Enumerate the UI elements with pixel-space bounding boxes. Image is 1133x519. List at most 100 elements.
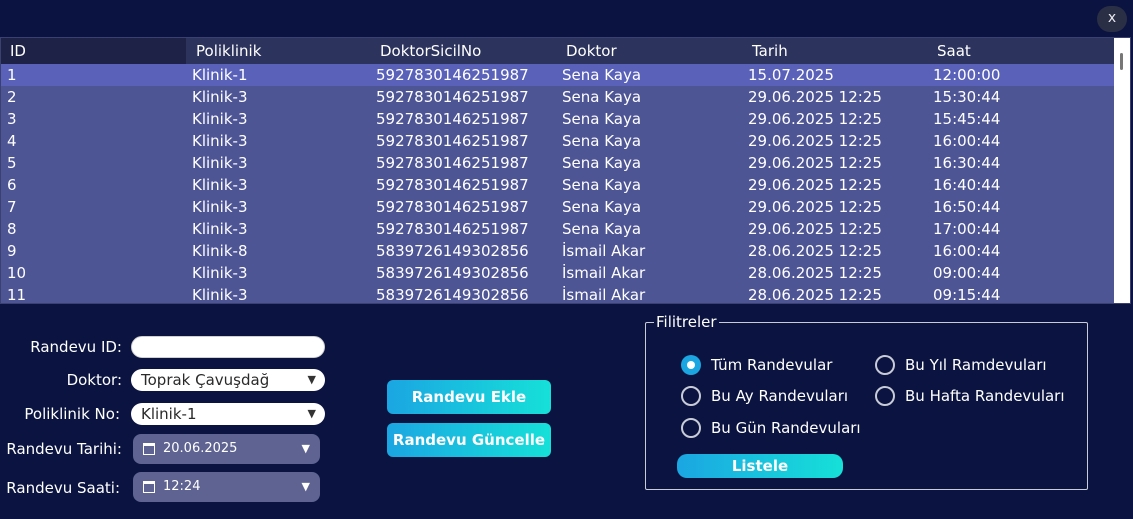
randevu-guncelle-button[interactable]: Randevu Güncelle <box>387 423 551 457</box>
poliklinik-select[interactable]: Klinik-1 ▼ <box>131 403 325 425</box>
cell-doktor: Sena Kaya <box>562 132 642 150</box>
column-header-tarih[interactable]: Tarih <box>743 38 788 64</box>
cell-doktor: İsmail Akar <box>562 264 646 282</box>
radio-tum-randevular[interactable]: Tüm Randevular <box>681 355 832 375</box>
cell-doktor: Sena Kaya <box>562 66 642 84</box>
cell-tarih: 29.06.2025 12:25 <box>748 198 882 216</box>
cell-id: 8 <box>7 220 17 238</box>
grid-body: 1 Klinik-1 5927830146251987 Sena Kaya 15.07.… <box>1 64 1114 304</box>
randevu-saati-label: Randevu Saati: <box>6 479 120 497</box>
cell-poliklinik: Klinik-3 <box>192 88 248 106</box>
radio-indicator <box>681 418 701 438</box>
cell-saat: 15:30:44 <box>933 88 1001 106</box>
cell-doktor: Sena Kaya <box>562 198 642 216</box>
cell-saat: 09:15:44 <box>933 286 1001 304</box>
randevu-id-label: Randevu ID: <box>30 338 122 356</box>
cell-poliklinik: Klinik-8 <box>192 242 248 260</box>
randevu-ekle-button[interactable]: Randevu Ekle <box>387 380 551 414</box>
radio-label: Tüm Randevular <box>711 356 833 374</box>
cell-doktor: Sena Kaya <box>562 220 642 238</box>
table-row[interactable]: 3 Klinik-3 5927830146251987 Sena Kaya 29.06.… <box>1 108 1114 130</box>
doktor-select[interactable]: Toprak Çavuşdağ ▼ <box>131 369 325 391</box>
cell-tarih: 29.06.2025 12:25 <box>748 132 882 150</box>
calendar-icon <box>143 443 155 455</box>
table-row[interactable]: 2 Klinik-3 5927830146251987 Sena Kaya 29.06.… <box>1 86 1114 108</box>
chevron-down-icon: ▼ <box>301 480 310 493</box>
filters-group: Filitreler Tüm Randevular Bu Ay Randevul… <box>645 313 1088 490</box>
cell-id: 2 <box>7 88 17 106</box>
chevron-down-icon: ▼ <box>307 407 316 420</box>
cell-doktor-sicil-no: 5927830146251987 <box>376 88 529 106</box>
column-header-saat[interactable]: Saat <box>928 38 971 64</box>
doktor-select-value: Toprak Çavuşdağ <box>141 371 270 389</box>
cell-saat: 16:40:44 <box>933 176 1001 194</box>
table-row[interactable]: 7 Klinik-3 5927830146251987 Sena Kaya 29.06.… <box>1 196 1114 218</box>
table-row[interactable]: 11 Klinik-3 5839726149302856 İsmail Akar 28.… <box>1 284 1114 304</box>
cell-id: 5 <box>7 154 17 172</box>
table-row[interactable]: 10 Klinik-3 5839726149302856 İsmail Akar 28.… <box>1 262 1114 284</box>
cell-doktor-sicil-no: 5839726149302856 <box>376 242 529 260</box>
listele-button[interactable]: Listele <box>677 454 843 478</box>
randevu-saati-picker[interactable]: 12:24 ▼ <box>133 472 320 502</box>
table-row[interactable]: 8 Klinik-3 5927830146251987 Sena Kaya 29.06.… <box>1 218 1114 240</box>
close-button[interactable]: x <box>1097 6 1127 32</box>
cell-doktor-sicil-no: 5927830146251987 <box>376 132 529 150</box>
randevu-id-input[interactable] <box>131 336 325 358</box>
randevu-saati-value: 12:24 <box>163 479 201 494</box>
radio-label: Bu Gün Randevuları <box>711 419 861 437</box>
cell-id: 3 <box>7 110 17 128</box>
cell-tarih: 29.06.2025 12:25 <box>748 88 882 106</box>
cell-id: 10 <box>7 264 27 282</box>
column-header-doktor[interactable]: Doktor <box>557 38 617 64</box>
cell-id: 6 <box>7 176 17 194</box>
cell-doktor: Sena Kaya <box>562 154 642 172</box>
cell-tarih: 29.06.2025 12:25 <box>748 110 882 128</box>
radio-bu-ay-randevulari[interactable]: Bu Ay Randevuları <box>681 386 848 406</box>
radio-indicator <box>875 386 895 406</box>
cell-poliklinik: Klinik-3 <box>192 132 248 150</box>
cell-saat: 09:00:44 <box>933 264 1001 282</box>
cell-doktor-sicil-no: 5927830146251987 <box>376 110 529 128</box>
cell-tarih: 15.07.2025 <box>748 66 834 84</box>
table-row[interactable]: 4 Klinik-3 5927830146251987 Sena Kaya 29.06.… <box>1 130 1114 152</box>
column-header-doktor-sicil-no[interactable]: DoktorSicilNo <box>371 38 481 64</box>
column-header-id[interactable]: ID <box>1 38 186 64</box>
cell-poliklinik: Klinik-3 <box>192 198 248 216</box>
cell-doktor-sicil-no: 5927830146251987 <box>376 66 529 84</box>
poliklinik-label: Poliklinik No: <box>24 405 120 423</box>
chevron-down-icon: ▼ <box>301 442 310 455</box>
cell-saat: 16:00:44 <box>933 242 1001 260</box>
cell-id: 7 <box>7 198 17 216</box>
grid-scrollbar[interactable] <box>1114 38 1130 303</box>
radio-bu-gun-randevulari[interactable]: Bu Gün Randevuları <box>681 418 861 438</box>
column-header-poliklinik[interactable]: Poliklinik <box>187 38 261 64</box>
cell-saat: 16:00:44 <box>933 132 1001 150</box>
randevu-tarihi-picker[interactable]: 20.06.2025 ▼ <box>133 434 320 464</box>
radio-bu-yil-randevulari[interactable]: Bu Yıl Ramdevuları <box>875 355 1047 375</box>
cell-tarih: 29.06.2025 12:25 <box>748 220 882 238</box>
close-icon: x <box>1107 10 1117 26</box>
cell-tarih: 28.06.2025 12:25 <box>748 286 882 304</box>
chevron-down-icon: ▼ <box>307 373 316 386</box>
filters-title: Filitreler <box>654 313 719 331</box>
cell-id: 9 <box>7 242 17 260</box>
table-row[interactable]: 9 Klinik-8 5839726149302856 İsmail Akar 28.0… <box>1 240 1114 262</box>
cell-poliklinik: Klinik-3 <box>192 220 248 238</box>
table-row[interactable]: 5 Klinik-3 5927830146251987 Sena Kaya 29.06.… <box>1 152 1114 174</box>
radio-label: Bu Hafta Randevuları <box>905 387 1065 405</box>
radio-indicator <box>681 386 701 406</box>
cell-tarih: 29.06.2025 12:25 <box>748 154 882 172</box>
cell-doktor: Sena Kaya <box>562 88 642 106</box>
appointments-grid[interactable]: ID Poliklinik DoktorSicilNo Doktor Tarih… <box>0 37 1131 304</box>
radio-indicator <box>875 355 895 375</box>
table-row[interactable]: 1 Klinik-1 5927830146251987 Sena Kaya 15.07.… <box>1 64 1114 86</box>
table-row[interactable]: 6 Klinik-3 5927830146251987 Sena Kaya 29.06.… <box>1 174 1114 196</box>
cell-doktor: Sena Kaya <box>562 176 642 194</box>
scrollbar-thumb[interactable] <box>1120 53 1123 70</box>
cell-saat: 16:50:44 <box>933 198 1001 216</box>
cell-id: 11 <box>7 286 27 304</box>
radio-bu-hafta-randevulari[interactable]: Bu Hafta Randevuları <box>875 386 1065 406</box>
cell-poliklinik: Klinik-3 <box>192 264 248 282</box>
cell-tarih: 29.06.2025 12:25 <box>748 176 882 194</box>
cell-doktor: İsmail Akar <box>562 242 646 260</box>
